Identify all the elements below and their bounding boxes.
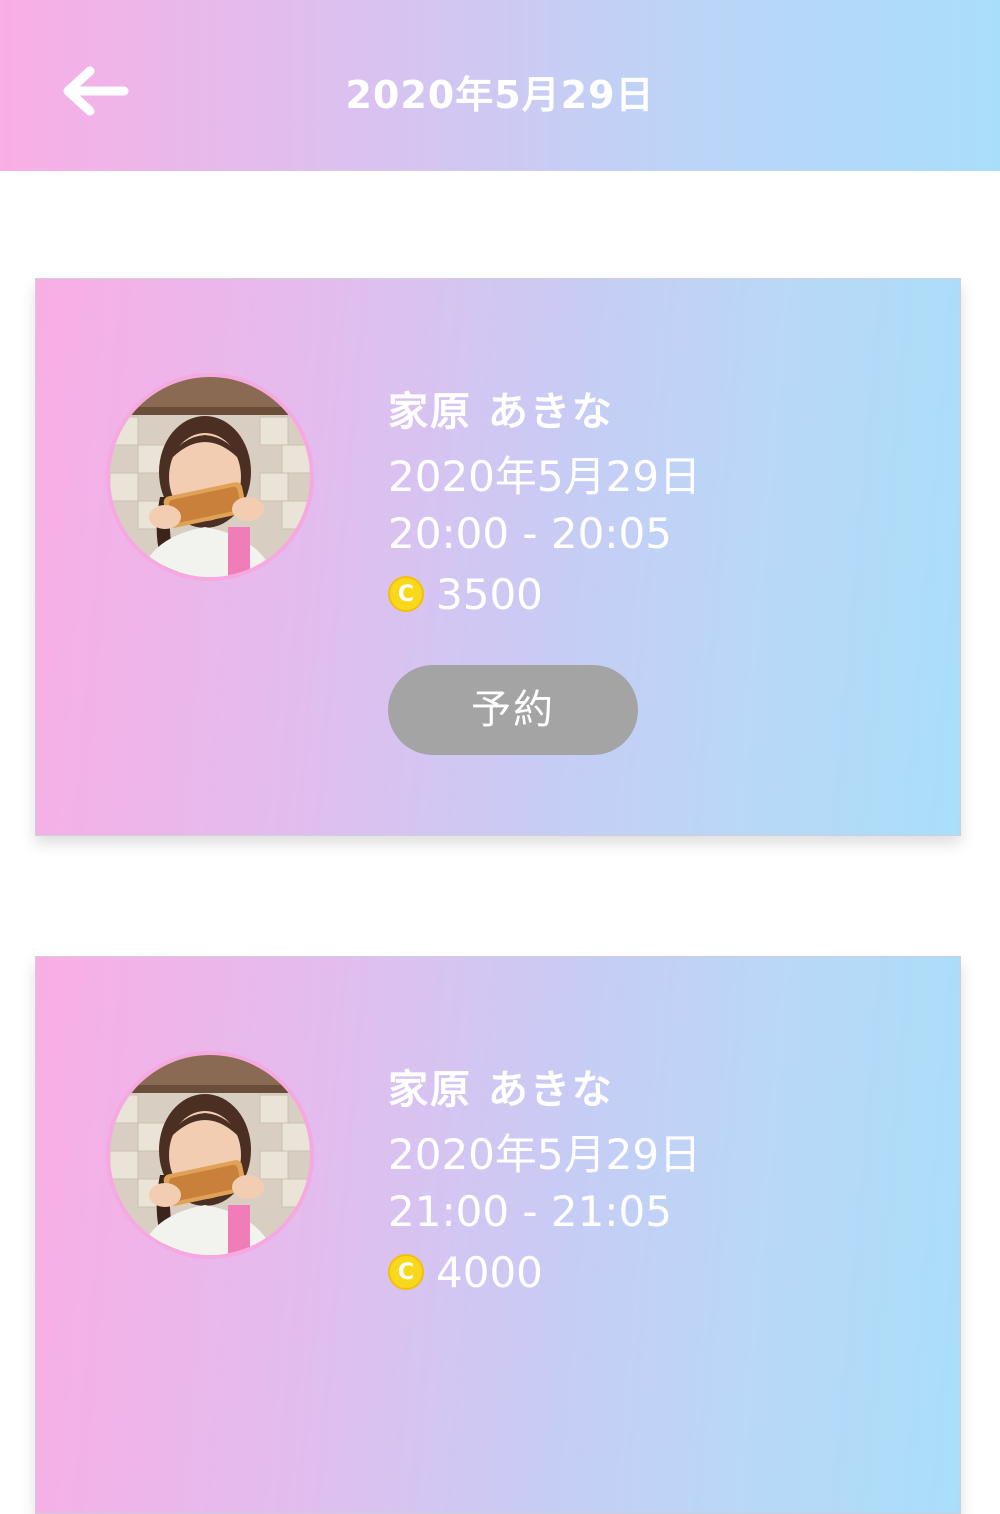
reserve-button[interactable]: 予約 bbox=[388, 665, 638, 755]
app-header: 2020年5月29日 bbox=[0, 0, 1000, 171]
price-value: 3500 bbox=[436, 569, 543, 619]
slot-time: 21:00 - 21:05 bbox=[388, 1187, 672, 1236]
slot-time: 20:00 - 20:05 bbox=[388, 509, 672, 558]
coin-icon: C bbox=[388, 576, 424, 612]
performer-name: 家原 あきな bbox=[388, 389, 614, 435]
performer-name: 家原 あきな bbox=[388, 1067, 614, 1113]
performer-avatar bbox=[106, 373, 314, 581]
slot-price: C 3500 bbox=[388, 569, 543, 619]
slot-card: 家原 あきな 2020年5月29日 21:00 - 21:05 C 4000 bbox=[35, 956, 961, 1514]
price-value: 4000 bbox=[436, 1247, 543, 1297]
slot-card: 家原 あきな 2020年5月29日 20:00 - 20:05 C 3500 予… bbox=[35, 278, 961, 836]
coin-icon: C bbox=[388, 1254, 424, 1290]
slot-price: C 4000 bbox=[388, 1247, 543, 1297]
slot-date: 2020年5月29日 bbox=[388, 1130, 702, 1179]
slot-date: 2020年5月29日 bbox=[388, 452, 702, 501]
performer-avatar bbox=[106, 1051, 314, 1259]
page-title: 2020年5月29日 bbox=[345, 73, 655, 117]
